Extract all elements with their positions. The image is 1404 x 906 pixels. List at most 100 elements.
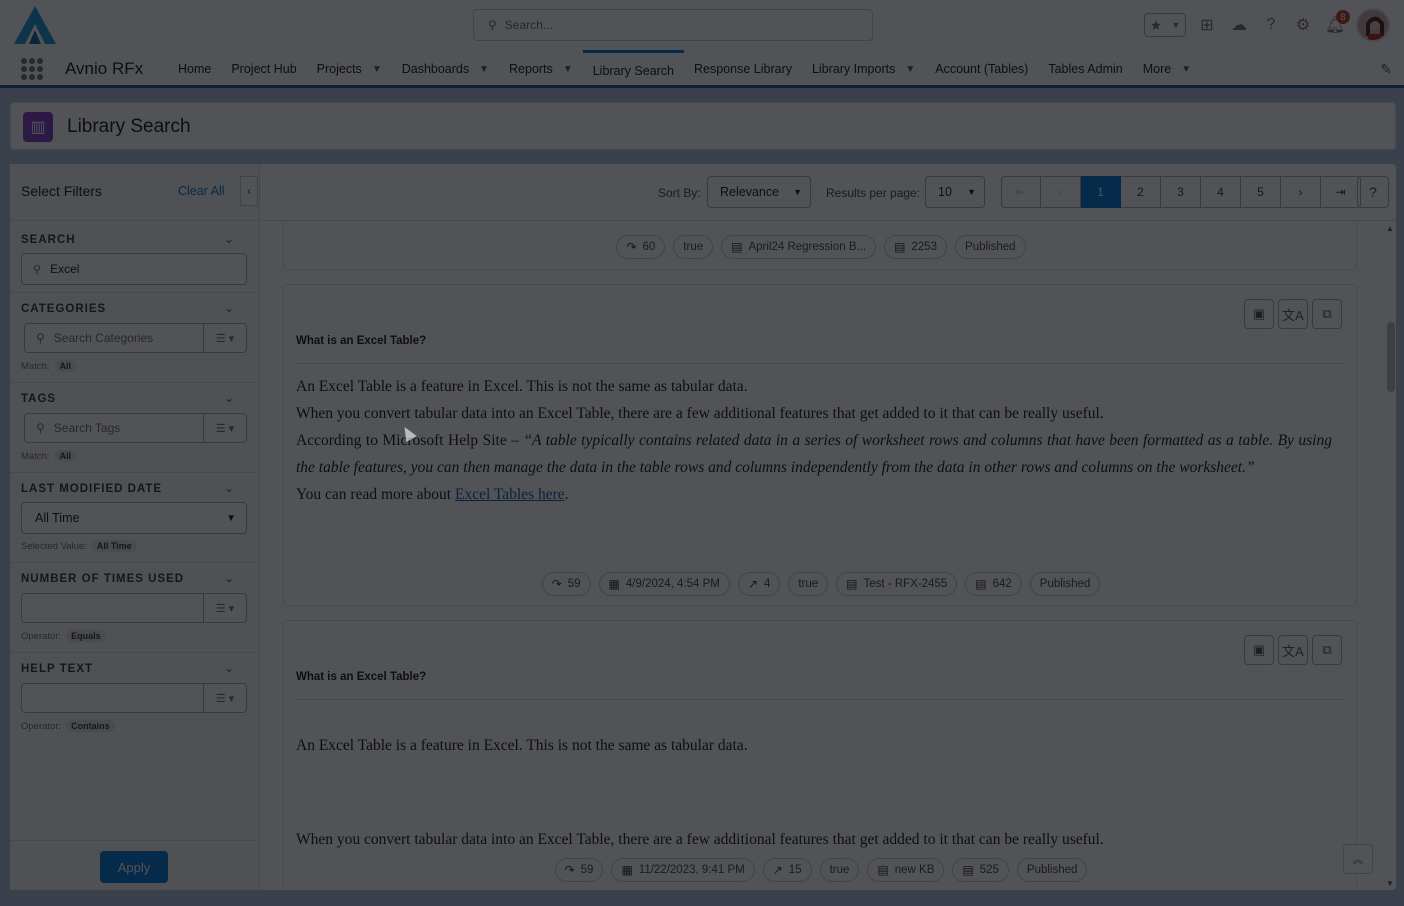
meta-chip: true [819, 858, 860, 882]
avnio-logo[interactable] [12, 4, 58, 46]
result-card: ↷ 60 true ▤ April24 Regression B... ▤ 2253 Publ… [283, 222, 1357, 270]
chevron-down-icon[interactable]: ⌄ [224, 232, 234, 246]
last-modified-select[interactable]: All Time ▼ [21, 502, 247, 534]
nav-tab-project-hub[interactable]: Project Hub [221, 50, 306, 88]
meta-chip-text: 4 [763, 578, 771, 590]
help-button[interactable]: ? [1357, 176, 1389, 208]
nav-tab-response-library[interactable]: Response Library [684, 50, 802, 88]
help-text-operator-button[interactable]: ☰ ▾ [204, 683, 247, 713]
nav-tab-more[interactable]: More ▼ [1133, 50, 1201, 88]
chevron-down-icon[interactable]: ▼ [479, 64, 489, 75]
categories-options-button[interactable]: ☰ ▾ [204, 323, 247, 353]
trailhead-icon[interactable]: ☁ [1228, 14, 1250, 36]
meta-chip-text: new KB [894, 864, 935, 876]
answer-paragraph: According to Microsoft Help Site – “A ta… [296, 427, 1332, 481]
tags-section-label: TAGS [21, 393, 57, 405]
times-used-operator-button[interactable]: ☰ ▾ [204, 593, 247, 623]
trend-icon: ↗ [772, 863, 783, 877]
results-per-page-select[interactable]: 10 ▼ [925, 176, 985, 208]
meta-chip-text: April24 Regression B... [748, 241, 867, 253]
search-categories-input[interactable]: ⚲ Search Categories [24, 323, 204, 353]
favorites-button[interactable]: ★ ▼ [1144, 13, 1186, 37]
page-button[interactable]: 2 [1121, 176, 1161, 208]
global-search-input[interactable]: ⚲ Search... [473, 9, 873, 41]
excel-tables-link[interactable]: Excel Tables here [455, 486, 565, 503]
search-filter-input[interactable]: ⚲ Excel [21, 253, 247, 285]
scroll-to-top-button[interactable]: ︽ [1343, 844, 1373, 874]
meta-chip: ▤ 525 [952, 858, 1009, 882]
filter-list-icon: ☰ ▾ [215, 422, 235, 435]
meta-chip-text: 59 [580, 864, 594, 876]
tags-options-button[interactable]: ☰ ▾ [204, 413, 247, 443]
next-page-icon[interactable]: › [1281, 176, 1321, 208]
meta-chip: ↷ 59 [541, 572, 591, 596]
app-navigation-bar: Avnio RFx Home Project Hub Projects ▼ Dashbo… [0, 50, 1404, 88]
chevron-down-icon[interactable]: ▼ [1181, 64, 1191, 75]
copy-button[interactable]: ▣ [1244, 635, 1274, 665]
notification-count-badge: 8 [1336, 10, 1350, 24]
star-icon: ★ [1149, 16, 1163, 33]
translate-button[interactable]: 文A [1278, 635, 1308, 665]
nav-tab-label: Response Library [694, 62, 792, 76]
meta-chip: ↗ 4 [737, 572, 781, 596]
help-text-operator: Operator: Contains [21, 720, 115, 732]
help-icon[interactable]: ? [1260, 14, 1282, 36]
last-page-icon[interactable]: ⇥ [1321, 176, 1361, 208]
chevron-down-icon[interactable]: ▼ [372, 64, 382, 75]
nav-tab-dashboards[interactable]: Dashboards ▼ [392, 50, 499, 88]
meta-chip-text: Published [1039, 578, 1091, 590]
edit-nav-pencil-icon[interactable]: ✎ [1380, 61, 1392, 78]
app-launcher-icon[interactable] [21, 58, 43, 80]
open-external-button[interactable]: ⧉ [1312, 635, 1342, 665]
times-used-filter: ☰ ▾ [21, 593, 247, 623]
page-button[interactable]: 5 [1241, 176, 1281, 208]
page-button[interactable]: 4 [1201, 176, 1241, 208]
gear-icon[interactable]: ⚙ [1292, 14, 1314, 36]
chevron-down-icon[interactable]: ⌄ [224, 571, 234, 585]
previous-page-icon[interactable]: ‹ [1041, 176, 1081, 208]
times-used-input[interactable] [21, 593, 204, 623]
results-scrollbar[interactable]: ▲ ▼ [1385, 222, 1396, 890]
meta-chip: Published [955, 235, 1026, 259]
chevron-down-icon[interactable]: ⌄ [224, 301, 234, 315]
copy-button[interactable]: ▣ [1244, 299, 1274, 329]
divider [10, 292, 260, 293]
notifications-bell-icon[interactable]: 🔔︎ 8 [1324, 10, 1350, 36]
chevron-down-icon[interactable]: ▼ [1171, 20, 1180, 30]
apply-button[interactable]: Apply [100, 851, 168, 883]
translate-icon: 文A [1282, 643, 1304, 659]
clear-all-link[interactable]: Clear All [178, 184, 225, 198]
meta-chip: ▦ 11/22/2023, 9:41 PM [611, 858, 755, 882]
nav-tab-tables-admin[interactable]: Tables Admin [1038, 50, 1132, 88]
nav-tab-library-imports[interactable]: Library Imports ▼ [802, 50, 925, 88]
page-button[interactable]: 1 [1081, 176, 1121, 208]
nav-tab-account-tables[interactable]: Account (Tables) [925, 50, 1038, 88]
chevron-down-icon[interactable]: ⌄ [224, 391, 234, 405]
filter-list-icon: ☰ ▾ [215, 692, 235, 705]
first-page-icon[interactable]: ⇤ [1001, 176, 1041, 208]
page-button[interactable]: 3 [1161, 176, 1201, 208]
search-tags-input[interactable]: ⚲ Search Tags [24, 413, 204, 443]
nav-tab-home[interactable]: Home [168, 50, 221, 88]
sort-by-select[interactable]: Relevance ▼ [707, 176, 811, 208]
nav-tab-reports[interactable]: Reports ▼ [499, 50, 583, 88]
open-external-button[interactable]: ⧉ [1312, 299, 1342, 329]
user-avatar[interactable] [1356, 8, 1390, 42]
id-icon: ▤ [975, 577, 987, 591]
global-add-icon[interactable]: ⊞ [1196, 14, 1218, 36]
translate-button[interactable]: 文A [1278, 299, 1308, 329]
collapse-sidebar-button[interactable]: ‹ [240, 176, 258, 206]
scroll-down-arrow-icon[interactable]: ▼ [1386, 879, 1394, 888]
nav-tab-label: Dashboards [401, 62, 470, 76]
scroll-thumb[interactable] [1387, 322, 1395, 392]
nav-tab-projects[interactable]: Projects ▼ [307, 50, 392, 88]
tags-match: Match: All [21, 450, 77, 462]
categories-filter: ⚲ Search Categories ☰ ▾ [24, 323, 247, 353]
chevron-down-icon[interactable]: ⌄ [224, 481, 234, 495]
help-text-input[interactable] [21, 683, 204, 713]
scroll-up-arrow-icon[interactable]: ▲ [1386, 224, 1394, 233]
chevron-down-icon[interactable]: ▼ [905, 64, 915, 75]
chevron-down-icon[interactable]: ⌄ [224, 661, 234, 675]
chevron-down-icon[interactable]: ▼ [563, 64, 573, 75]
nav-tab-library-search[interactable]: Library Search [582, 50, 685, 88]
